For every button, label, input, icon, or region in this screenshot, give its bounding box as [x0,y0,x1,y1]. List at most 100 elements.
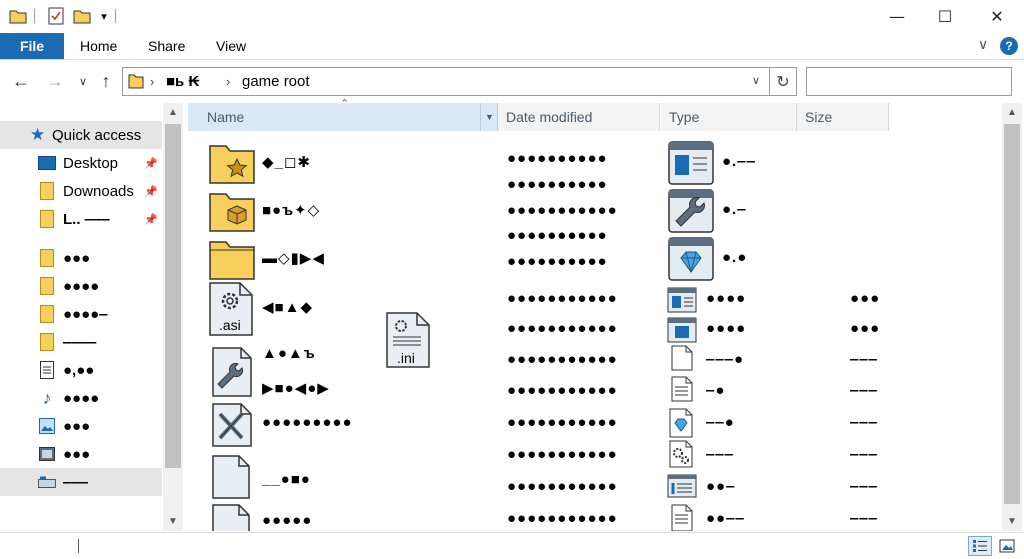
file-row[interactable] [208,188,256,241]
file-date: ●●●●●●●●●● [507,227,608,244]
nav-scrollbar-thumb[interactable] [165,124,181,468]
file-name[interactable]: ▶■●◀●▶ [262,379,330,397]
nav-item-folder[interactable]: ●●●● [0,272,162,300]
file-name[interactable]: ▲●▲ъ [262,345,316,362]
address-bar[interactable] [122,67,770,96]
file-type: ●.● [722,249,748,266]
scroll-up-icon[interactable]: ▲ [163,103,183,121]
column-header-name[interactable]: Name [207,103,244,131]
file-size: ●●● [850,320,881,337]
file-size: ‒‒‒ [850,382,879,399]
file-name[interactable]: ◆_◻✱ [262,153,311,171]
properties-icon[interactable] [46,6,66,26]
nav-item-folder[interactable]: ●●● [0,244,162,272]
nav-quick-access[interactable]: ★ Quick access [0,121,162,149]
file-row[interactable] [211,454,251,505]
file-type-icon [668,408,694,443]
file-date: ●●●●●●●●●●● [507,446,618,463]
refresh-button[interactable]: ↻ [770,67,797,96]
breadcrumb-separator: › [150,74,155,89]
new-folder-icon[interactable] [72,6,92,26]
folder-icon[interactable] [8,6,28,26]
nav-item-folder[interactable]: ●●●●‒ [0,300,162,328]
minimize-button[interactable]: — [874,0,920,32]
folder-icon [38,210,56,228]
file-type-icon [670,345,694,376]
scroll-up-icon[interactable]: ▲ [1002,103,1022,121]
nav-item-desktop[interactable]: Desktop 📌 [0,149,162,177]
file-date: ●●●●●●●●●●● [507,478,618,495]
wrench-window-icon [668,189,714,233]
file-type: ‒● [706,382,726,399]
scroll-down-icon[interactable]: ▼ [1002,512,1022,530]
document-icon [38,361,56,379]
maximize-button[interactable]: ☐ [922,0,968,32]
tab-view[interactable]: View [216,33,246,59]
file-size: ‒‒‒ [850,446,879,463]
nav-item-downloads[interactable]: Downoads 📌 [0,177,162,205]
recent-locations-button[interactable]: ∨ [72,70,94,92]
file-type-icon [667,472,697,507]
folder-icon [38,182,56,200]
file-row[interactable] [208,140,256,193]
scroll-down-icon[interactable]: ▼ [163,512,183,530]
file-row[interactable] [211,346,253,403]
file-date: ●●●●●●●●●●● [507,510,618,527]
nav-item-videos[interactable]: ●●● [0,440,162,468]
file-name[interactable]: ◀■▲◆ [262,298,313,316]
expand-ribbon-icon[interactable]: ∨ [978,36,988,53]
file-name[interactable]: ●●●●● [262,512,312,529]
search-input[interactable] [806,67,1012,96]
nav-item-this-pc[interactable]: ‒‒‒ [0,468,162,496]
nav-item-folder[interactable]: ‒‒‒‒ [0,328,162,356]
file-name[interactable]: __●■● [262,471,311,488]
details-view-button[interactable] [968,536,992,556]
up-button[interactable]: ↑ [95,70,117,92]
breadcrumb-root[interactable]: ■ь ₭ [166,73,199,90]
customize-toolbar-icon[interactable]: ▾ [94,6,114,26]
file-row[interactable] [211,402,253,453]
help-icon[interactable]: ? [1000,37,1018,55]
pin-icon: 📌 [144,213,158,226]
nav-label: L.. ‒‒‒ [63,210,110,228]
tab-file[interactable]: File [0,33,64,59]
back-button[interactable]: ← [10,70,32,92]
nav-item-music[interactable]: ♪ ●●●● [0,384,162,412]
file-date: ●●●●●●●●●●● [507,202,618,219]
nav-item-pictures[interactable]: ●●● [0,412,162,440]
folder-icon [38,249,56,267]
tab-share[interactable]: Share [148,33,185,59]
file-type: ●●‒‒ [706,510,745,527]
divider [115,9,116,23]
file-name[interactable]: ●●●●●●●●● [262,414,353,431]
forward-button[interactable]: → [44,70,66,92]
file-type: ●.‒ [722,201,747,218]
large-icons-view-button[interactable] [996,536,1018,556]
pin-icon: 📌 [144,157,158,170]
content-scrollbar-thumb[interactable] [1004,124,1020,504]
breadcrumb-current[interactable]: game root [242,73,310,90]
address-dropdown-icon[interactable]: ∨ [752,74,760,87]
column-header-date[interactable]: Date modified [506,103,592,131]
column-header-type[interactable]: Type [669,103,699,131]
file-type-icon [670,504,694,531]
file-type: ●●●● [706,290,747,307]
nav-item-documents[interactable]: ●,●● [0,356,162,384]
column-filter-icon[interactable]: ▼ [480,103,498,131]
close-button[interactable]: ✕ [974,0,1020,32]
file-name[interactable]: ▬◇▮▶◀ [262,249,325,267]
tab-home[interactable]: Home [80,33,117,59]
file-row[interactable] [211,503,251,531]
nav-label: ●,●● [63,361,95,379]
file-name[interactable]: ■●ъ✦◇ [262,201,320,219]
column-header-size[interactable]: Size [805,103,832,131]
nav-item-pinned[interactable]: L.. ‒‒‒ 📌 [0,205,162,233]
file-size: ‒‒‒ [850,414,879,431]
file-type: ●●●● [706,320,747,337]
nav-label: ●●●● [63,389,100,407]
details-view-icon [973,540,987,552]
thumbnail-view-icon [999,539,1015,553]
music-icon: ♪ [42,387,52,408]
blank-file-icon [671,345,693,371]
text-file-icon [671,504,693,531]
